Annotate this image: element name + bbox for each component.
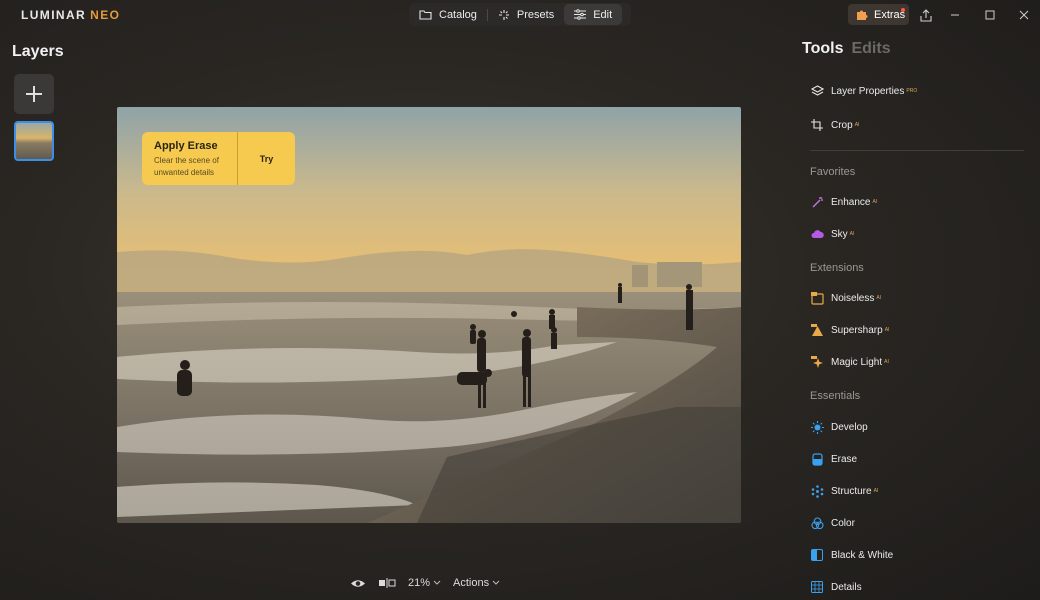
tool-sky[interactable]: Sky AI <box>810 226 854 242</box>
notification-dot <box>901 8 905 12</box>
tool-noiseless[interactable]: Noiseless AI <box>810 290 881 306</box>
color-circles-icon <box>810 516 824 529</box>
erase-card-description: Clear the scene of unwanted details <box>154 156 219 177</box>
tool-structure[interactable]: Structure AI <box>810 483 878 499</box>
actions-dropdown[interactable]: Actions <box>453 577 500 589</box>
layers-title: Layers <box>12 43 64 60</box>
tab-presets[interactable]: Presets <box>488 4 564 25</box>
minimize-icon <box>951 14 959 16</box>
tools-header: Tools Edits <box>802 40 891 58</box>
details-grid-icon <box>811 581 823 593</box>
layers-icon <box>810 84 824 96</box>
tool-supersharp[interactable]: Supersharp AI <box>810 322 889 338</box>
noiseless-icon <box>810 291 824 305</box>
zoom-dropdown[interactable]: 21% <box>408 577 441 589</box>
tab-catalog[interactable]: Catalog <box>409 4 487 25</box>
tool-erase[interactable]: Erase <box>810 451 857 467</box>
section-favorites: Favorites <box>810 166 856 178</box>
apply-erase-card: Apply Erase Clear the scene of unwanted … <box>142 132 295 185</box>
structure-icon <box>811 484 823 498</box>
tool-enhance[interactable]: Enhance AI <box>810 194 877 210</box>
app-logo: LUMINAR NEO <box>21 8 121 22</box>
extras-button[interactable]: Extras <box>848 4 909 25</box>
close-button[interactable] <box>1015 6 1033 24</box>
section-essentials: Essentials <box>810 390 861 402</box>
actions-label: Actions <box>453 577 490 589</box>
sparkles-icon <box>498 9 509 20</box>
layer-thumbnail[interactable] <box>14 121 54 161</box>
tool-develop[interactable]: Develop <box>810 419 868 435</box>
close-icon <box>1019 10 1029 20</box>
panel-divider <box>810 150 1024 151</box>
tool-details[interactable]: Details <box>810 579 862 595</box>
add-layer-button[interactable] <box>14 74 54 114</box>
tab-tools[interactable]: Tools <box>802 40 843 57</box>
tool-magic-light[interactable]: Magic Light AI <box>810 354 889 370</box>
black-white-icon <box>811 549 823 561</box>
share-button[interactable] <box>917 6 935 24</box>
tool-color[interactable]: Color <box>810 515 855 531</box>
tab-edits[interactable]: Edits <box>851 40 890 57</box>
tool-black-white[interactable]: Black & White <box>810 547 893 563</box>
title-bar: LUMINAR NEO Catalog Presets Edit Extras <box>0 0 1040 30</box>
folder-icon <box>419 10 432 20</box>
compare-button[interactable] <box>378 578 396 588</box>
erase-card-info: Apply Erase Clear the scene of unwanted … <box>142 132 238 185</box>
puzzle-icon <box>857 10 868 20</box>
try-erase-button[interactable]: Try <box>238 132 295 185</box>
tool-crop[interactable]: Crop AI <box>810 117 859 133</box>
maximize-icon <box>985 10 995 20</box>
erase-card-title: Apply Erase <box>154 140 218 152</box>
maximize-button[interactable] <box>981 6 999 24</box>
sun-icon <box>810 420 824 434</box>
tab-edit[interactable]: Edit <box>564 4 623 25</box>
magic-wand-icon <box>812 196 823 207</box>
preview-toggle-button[interactable] <box>350 578 366 589</box>
zoom-value: 21% <box>408 577 431 589</box>
chevron-down-icon <box>492 580 500 585</box>
chevron-down-icon <box>433 580 441 585</box>
tool-layer-properties[interactable]: Layer Properties PRO <box>810 83 917 99</box>
bottom-toolbar: 21% Actions <box>350 574 512 592</box>
minimize-button[interactable] <box>946 6 964 24</box>
section-extensions: Extensions <box>810 262 864 274</box>
share-icon <box>920 8 932 22</box>
eye-icon <box>351 579 365 587</box>
cloud-icon <box>811 230 824 238</box>
triangle-icon <box>810 323 823 336</box>
sparkle-icon <box>810 355 823 368</box>
sliders-icon <box>574 9 587 20</box>
eraser-icon <box>811 452 823 466</box>
crop-icon <box>811 119 823 131</box>
compare-icon <box>379 578 396 588</box>
main-nav: Catalog Presets Edit <box>409 3 631 26</box>
plus-icon <box>26 86 42 102</box>
